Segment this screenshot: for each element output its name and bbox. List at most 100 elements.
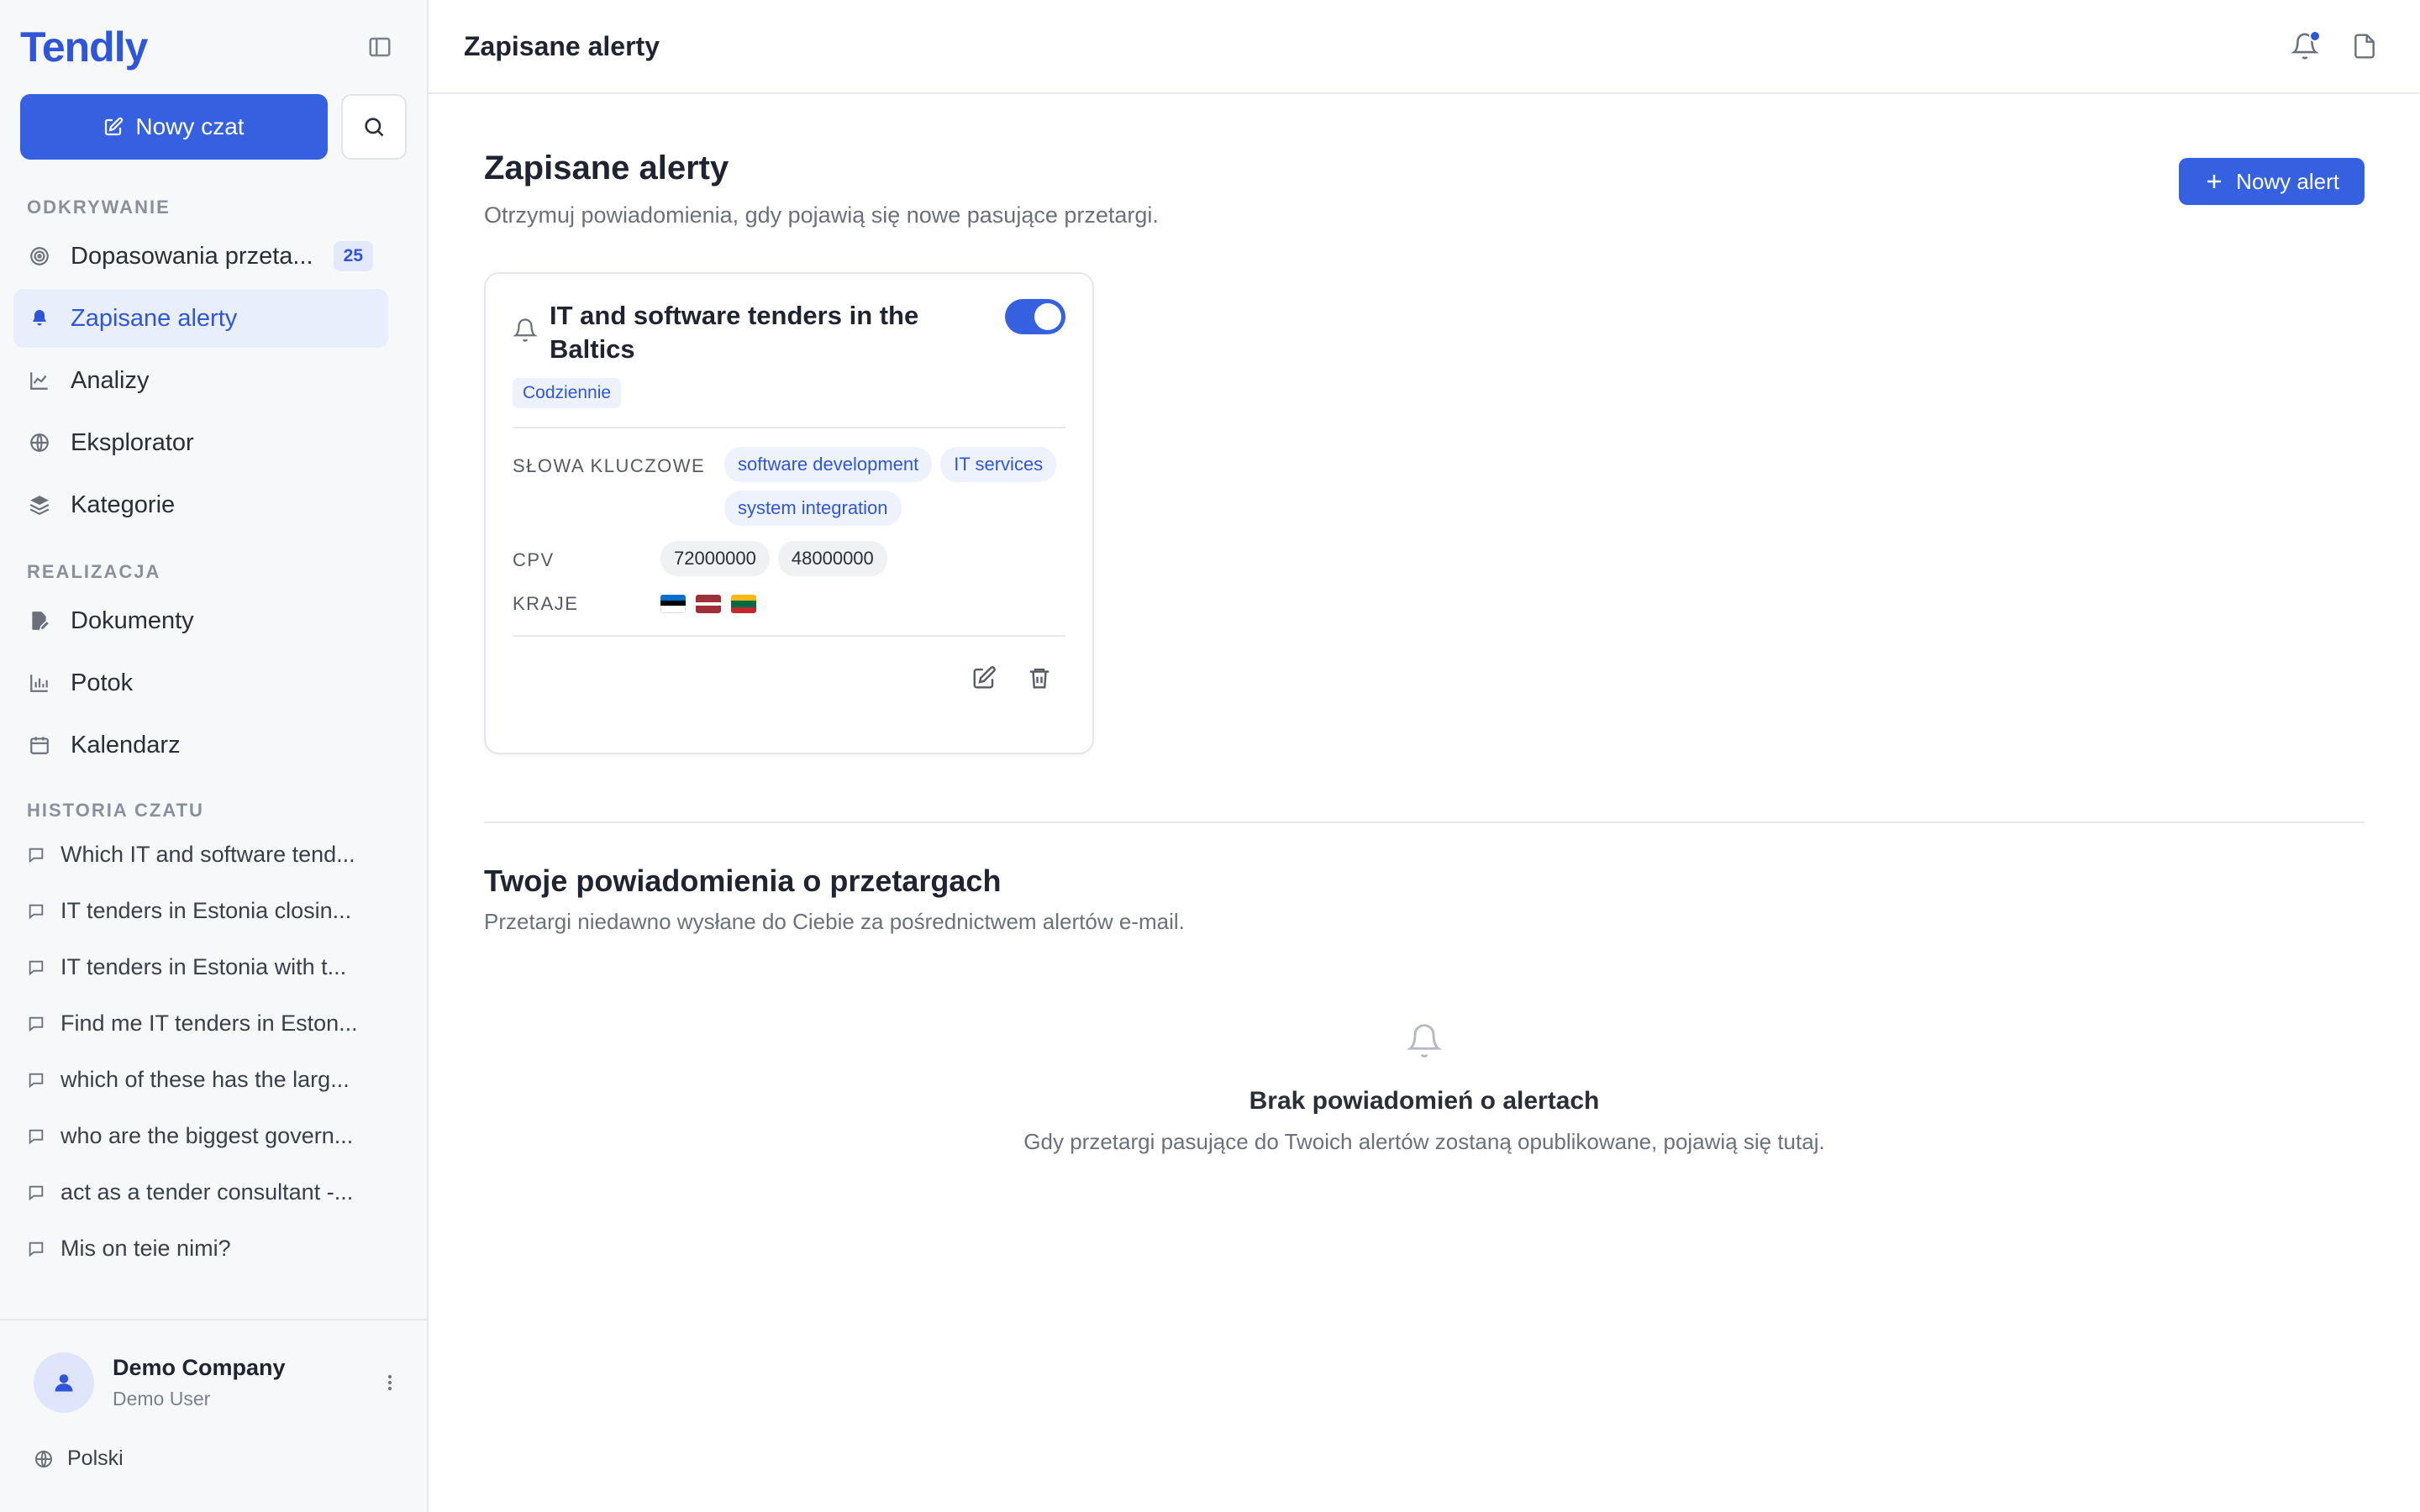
sidebar-toggle-icon[interactable] [363, 30, 397, 64]
countries-row: KRAJE [513, 591, 1065, 615]
user-info: Demo Company Demo User [113, 1355, 361, 1410]
sidebar-item-matches[interactable]: Dopasowania przeta... 25 [13, 227, 388, 286]
chat-history-item[interactable]: Mis on teie nimi? [0, 1221, 427, 1277]
sidebar-item-categories[interactable]: Kategorie [13, 475, 388, 534]
chat-bubble-icon [29, 1016, 44, 1032]
sidebar-item-documents[interactable]: Dokumenty [13, 591, 388, 650]
sidebar-header: Tendly [0, 0, 427, 94]
chat-history-item[interactable]: Find me IT tenders in Eston... [0, 995, 427, 1052]
cpv-label: CPV [513, 549, 555, 570]
sidebar-item-label: Eksplorator [71, 428, 194, 456]
chat-history-title: act as a tender consultant -... [60, 1179, 354, 1205]
sidebar-footer: Demo Company Demo User Polski [0, 1319, 427, 1512]
chat-history-title: Which IT and software tend... [60, 842, 355, 867]
cpv-chips: 72000000 48000000 [660, 541, 887, 576]
notifications-subtitle: Przetargi niedawno wysłane do Ciebie za … [484, 909, 1185, 934]
chat-history-item[interactable]: who are the biggest govern... [0, 1108, 427, 1164]
new-alert-button[interactable]: Nowy alert [2179, 158, 2365, 205]
bell-icon [1406, 1024, 1443, 1058]
topbar-title: Zapisane alerty [464, 30, 660, 61]
page-header: Zapisane alerty Otrzymuj powiadomienia, … [484, 150, 2365, 228]
chat-history-item[interactable]: which of these has the larg... [0, 1052, 427, 1108]
country-flags [660, 591, 756, 615]
chat-history-item[interactable]: act as a tender consultant -... [0, 1164, 427, 1221]
chat-history-title: Find me IT tenders in Eston... [60, 1011, 358, 1036]
section-label-history: HISTORIA CZATU [27, 800, 204, 821]
alert-title: IT and software tenders in the Baltics [550, 301, 919, 364]
new-alert-label: Nowy alert [2236, 168, 2339, 194]
chat-history-item[interactable]: Which IT and software tend... [0, 827, 427, 883]
nav-execution: Dokumenty Potok Kalendarz [0, 591, 427, 774]
sidebar-item-saved-alerts[interactable]: Zapisane alerty [13, 289, 388, 348]
card-divider [513, 427, 1065, 428]
chat-bubble-icon [29, 1073, 44, 1088]
page-body: Zapisane alerty Otrzymuj powiadomienia, … [429, 94, 2420, 1155]
more-vertical-icon[interactable] [380, 1373, 400, 1393]
notifications-button[interactable] [2291, 30, 2321, 60]
sidebar-item-label: Analizy [71, 366, 150, 394]
notification-dot [2309, 30, 2321, 42]
matches-count-badge: 25 [333, 241, 373, 271]
user-icon [55, 1374, 73, 1392]
keywords-label: SŁOWA KLUCZOWE [513, 455, 706, 476]
avatar [34, 1352, 94, 1413]
plus-icon [2207, 175, 2222, 188]
language-label: Polski [67, 1446, 124, 1470]
main-content: Zapisane alerty Zapisane alerty Otrzymuj… [429, 0, 2420, 1512]
sidebar: Tendly Nowy czat ODKRYWANIE Dopasowania … [0, 0, 429, 1512]
cpv-chip: 72000000 [660, 541, 770, 576]
alert-card-header: IT and software tenders in the Baltics [513, 299, 1065, 366]
section-divider [484, 822, 2365, 823]
edit-icon[interactable] [971, 665, 997, 690]
section-label-execution: REALIZACJA [27, 561, 161, 582]
layers-icon [29, 494, 50, 516]
sidebar-item-pipeline[interactable]: Potok [13, 654, 388, 712]
edit-icon [105, 117, 124, 136]
chat-bubble-icon [29, 960, 44, 975]
chat-bubble-icon [29, 904, 44, 919]
nav-discover: Dopasowania przeta... 25 Zapisane alerty… [0, 227, 427, 534]
keywords-row: SŁOWA KLUCZOWE software development IT s… [513, 447, 1065, 526]
page-title: Zapisane alerty [484, 150, 729, 186]
keyword-chip: software development [724, 447, 933, 482]
flag-lithuania-icon [731, 595, 756, 613]
user-name: Demo User [113, 1388, 211, 1410]
chat-bubble-icon [29, 1185, 44, 1200]
sidebar-item-analytics[interactable]: Analizy [13, 351, 388, 410]
document-icon[interactable] [2351, 33, 2378, 60]
topbar: Zapisane alerty [429, 0, 2420, 94]
sidebar-item-label: Kategorie [71, 491, 176, 518]
countries-label: KRAJE [513, 593, 579, 614]
chat-history-title: which of these has the larg... [60, 1067, 350, 1092]
bell-icon [513, 318, 538, 342]
sidebar-item-label: Dokumenty [71, 606, 194, 634]
new-chat-button[interactable]: Nowy czat [20, 94, 328, 160]
page-subtitle: Otrzymuj powiadomienia, gdy pojawią się … [484, 202, 1159, 228]
frequency-badge: Codziennie [513, 378, 622, 408]
chat-bubble-icon [29, 848, 44, 863]
logo[interactable]: Tendly [20, 23, 148, 71]
keyword-chip: IT services [940, 447, 1057, 482]
alert-enabled-toggle[interactable] [1005, 299, 1065, 334]
sidebar-actions: Nowy czat [0, 94, 427, 160]
new-chat-label: Nowy czat [135, 113, 245, 139]
chat-history-item[interactable]: IT tenders in Estonia with t... [0, 939, 427, 995]
chat-history-title: IT tenders in Estonia closin... [60, 898, 352, 923]
chat-bubble-icon [29, 1242, 44, 1257]
target-icon [29, 245, 50, 267]
user-profile[interactable]: Demo Company Demo User [0, 1320, 427, 1413]
alert-card-actions [971, 665, 1052, 690]
cpv-row: CPV 72000000 48000000 [513, 541, 1065, 576]
cpv-chip: 48000000 [777, 541, 887, 576]
empty-state-title: Brak powiadomień o alertach [1249, 1087, 1600, 1115]
sidebar-item-calendar[interactable]: Kalendarz [13, 716, 388, 774]
search-button[interactable] [341, 94, 407, 160]
alert-card: IT and software tenders in the Baltics C… [484, 272, 1094, 754]
bell-icon [29, 307, 50, 329]
notifications-title: Twoje powiadomienia o przetargach [484, 864, 1002, 898]
language-selector[interactable]: Polski [0, 1413, 427, 1471]
trash-icon[interactable] [1027, 665, 1052, 690]
chart-line-icon [29, 370, 50, 391]
chat-history-item[interactable]: IT tenders in Estonia closin... [0, 883, 427, 939]
sidebar-item-explorer[interactable]: Eksplorator [13, 413, 388, 472]
